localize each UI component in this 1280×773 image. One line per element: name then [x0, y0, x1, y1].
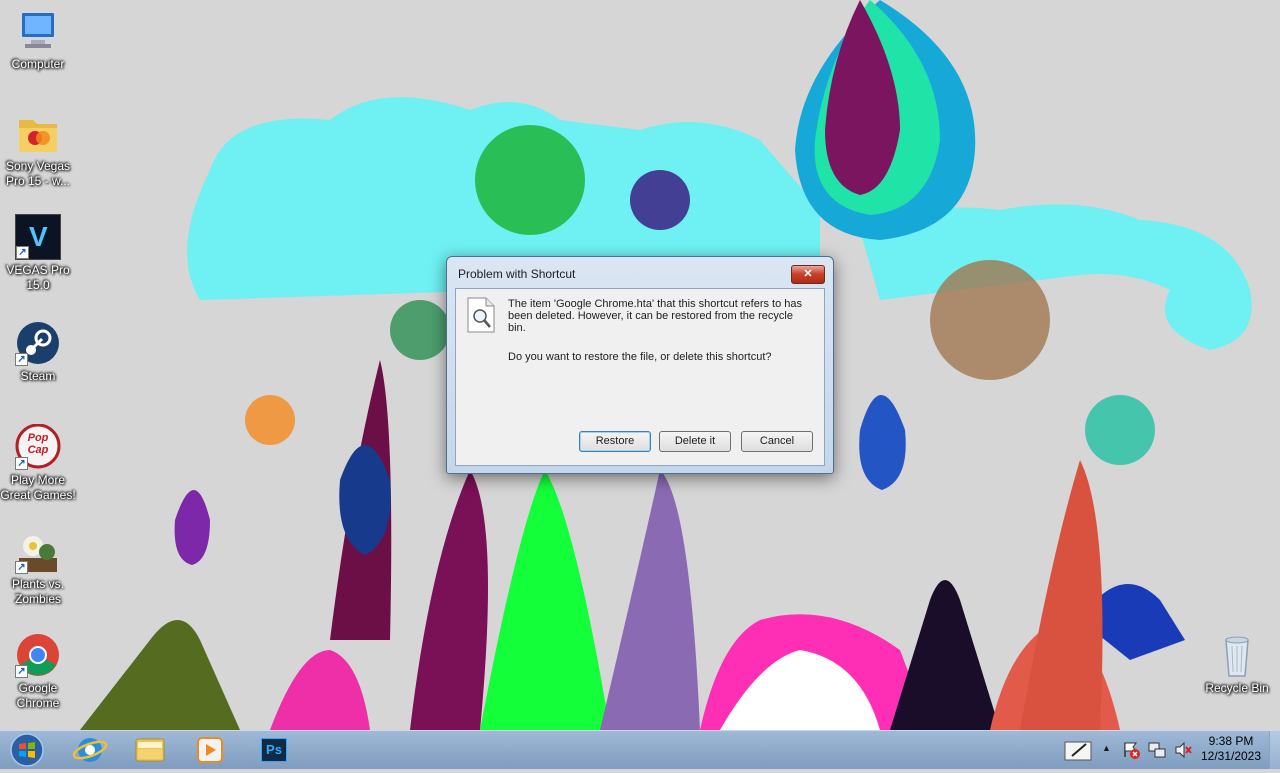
dialog-message: The item 'Google Chrome.hta' that this s…	[508, 298, 803, 334]
shortcut-arrow-icon: ↗	[15, 561, 28, 574]
dialog-body: The item 'Google Chrome.hta' that this s…	[455, 288, 825, 466]
start-button[interactable]	[8, 732, 46, 768]
action-center-icon[interactable]	[1122, 741, 1140, 759]
desktop-icon-label: VEGAS Pro 15.0	[6, 263, 70, 292]
dialog-question: Do you want to restore the file, or dele…	[508, 351, 772, 363]
close-button[interactable]: ✕	[791, 265, 825, 284]
show-hidden-icons-icon[interactable]: ▲	[1102, 743, 1112, 753]
desktop-icon-computer[interactable]: Computer	[0, 8, 76, 72]
clock[interactable]: 9:38 PM 12/31/2023	[1196, 734, 1266, 764]
chrome-icon: ↗	[15, 632, 61, 678]
clock-time: 9:38 PM	[1208, 734, 1254, 748]
cancel-button[interactable]: Cancel	[741, 431, 813, 452]
restore-button[interactable]: Restore	[579, 431, 651, 452]
dialog-title: Problem with Shortcut	[458, 267, 576, 281]
desktop-icon-sony-vegas[interactable]: Sony Vegas Pro 15 - w...	[0, 110, 76, 189]
desktop-icon-label: Recycle Bin	[1205, 681, 1269, 695]
desktop-icon-label: Steam	[20, 369, 56, 383]
desktop-icon-label: Google Chrome	[16, 681, 60, 710]
dialog-titlebar[interactable]: Problem with Shortcut ✕	[447, 257, 833, 289]
desktop-icon-steam[interactable]: ↗ Steam	[0, 320, 76, 384]
shortcut-arrow-icon: ↗	[15, 353, 28, 366]
vegas-pro-icon: V ↗	[15, 214, 61, 260]
desktop-icon-label: Play More Great Games!	[0, 473, 76, 502]
desktop-icon-popcap[interactable]: Pop Cap ↗ Play More Great Games!	[0, 423, 76, 503]
windows-explorer-icon[interactable]	[124, 733, 176, 767]
internet-explorer-icon[interactable]	[64, 733, 116, 767]
sony-vegas-folder-icon	[15, 110, 61, 156]
pen-input-icon[interactable]	[1064, 738, 1092, 762]
clock-date: 12/31/2023	[1200, 749, 1262, 763]
shortcut-arrow-icon: ↗	[15, 665, 28, 678]
desktop-icon-google-chrome[interactable]: ↗ Google Chrome	[0, 632, 76, 711]
shortcut-arrow-icon: ↗	[15, 457, 28, 470]
problem-with-shortcut-dialog: Problem with Shortcut ✕ The item 'Google…	[446, 256, 834, 474]
steam-icon: ↗	[15, 320, 61, 366]
media-player-icon[interactable]	[184, 733, 236, 767]
shortcut-arrow-icon: ↗	[16, 246, 29, 259]
recycle-bin-icon	[1214, 632, 1260, 678]
document-search-icon	[466, 297, 496, 333]
plants-vs-zombies-icon: ↗	[15, 528, 61, 574]
volume-muted-icon[interactable]	[1174, 741, 1192, 759]
computer-icon	[15, 8, 61, 54]
desktop-icon-recycle-bin[interactable]: Recycle Bin	[1199, 632, 1275, 696]
show-desktop-button[interactable]	[1269, 731, 1280, 769]
desktop-icon-vegas-pro[interactable]: V ↗ VEGAS Pro 15.0	[0, 214, 76, 293]
delete-it-button[interactable]: Delete it	[659, 431, 731, 452]
taskbar: Ps ▲ 9:38 PM 12/31/2023	[0, 730, 1280, 769]
desktop-icon-label: Plants vs. Zombies	[11, 577, 65, 606]
desktop-icon-label: Computer	[11, 57, 65, 71]
desktop-icon-plants-vs-zombies[interactable]: ↗ Plants vs. Zombies	[0, 528, 76, 607]
popcap-icon: Pop Cap ↗	[15, 423, 61, 470]
network-icon[interactable]	[1148, 741, 1166, 759]
photoshop-icon[interactable]: Ps	[248, 733, 300, 767]
desktop-icon-label: Sony Vegas Pro 15 - w...	[5, 159, 71, 188]
